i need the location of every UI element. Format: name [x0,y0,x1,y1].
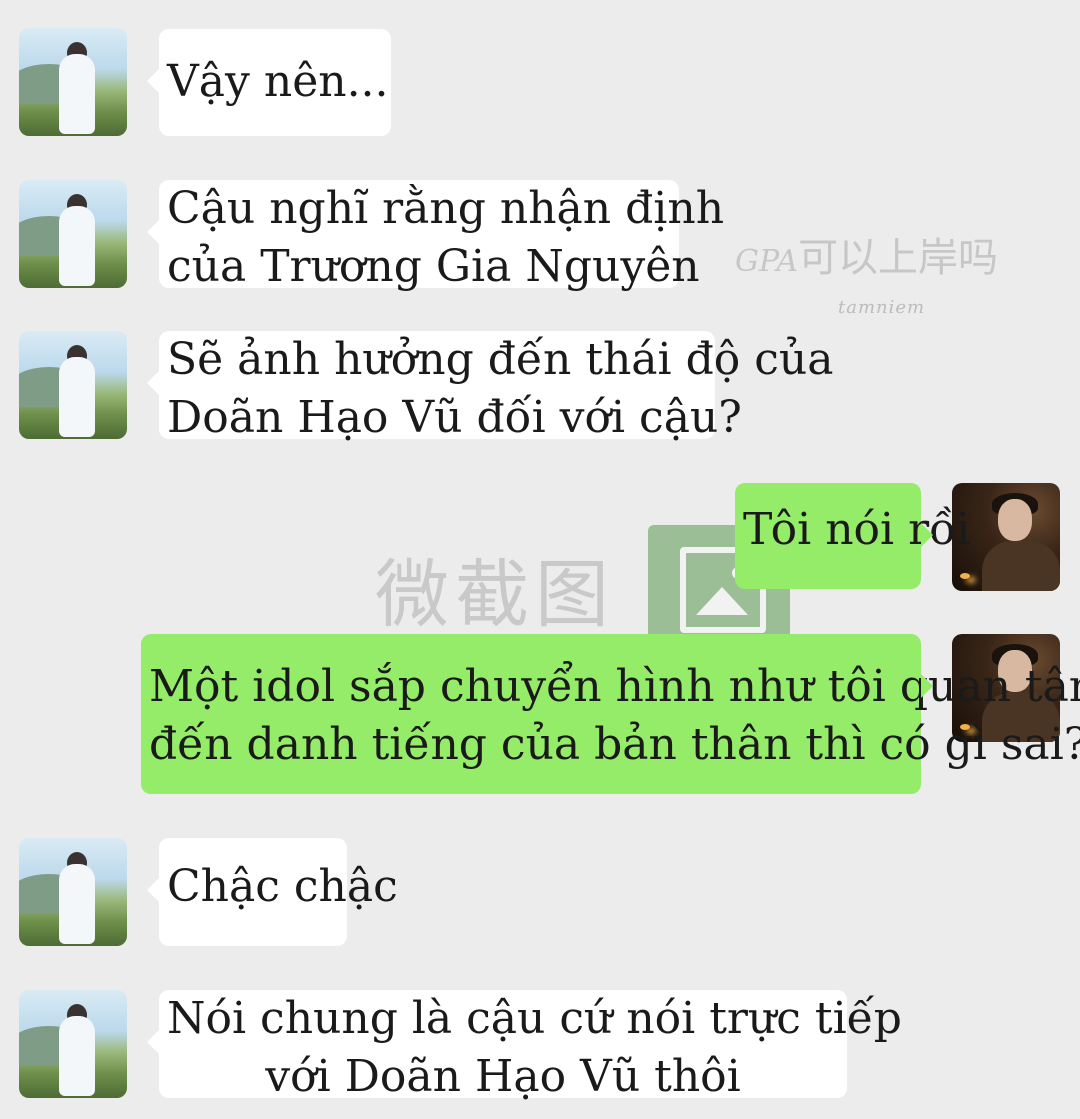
contact-avatar[interactable] [19,180,127,288]
message-text: của Trương Gia Nguyên [167,241,700,292]
message-bubble-incoming[interactable]: Nói chung là cậu cứ nói trực tiếp với Do… [147,990,902,1102]
message-bubble-outgoing[interactable]: Một idol sắp chuyển hình như tôi quan tâ… [141,634,1080,794]
contact-avatar[interactable] [19,838,127,946]
message-text: Nói chung là cậu cứ nói trực tiếp [167,993,902,1044]
message-text: Vậy nên... [167,56,389,107]
message-text: đến danh tiếng của bản thân thì có gì sa… [149,719,1080,770]
message-bubble-outgoing[interactable]: Tôi nói rồi [735,483,971,589]
message-text: Cậu nghĩ rằng nhận định [167,183,725,234]
message-bubble-incoming[interactable]: Chậc chậc [147,838,398,946]
message-text: Sẽ ảnh hưởng đến thái độ của [167,334,834,385]
message-text: Tôi nói rồi [743,504,971,555]
message-text: Chậc chậc [167,861,398,912]
message-text: với Doãn Hạo Vũ thôi [265,1051,741,1102]
message-text: Một idol sắp chuyển hình như tôi quan tâ… [149,661,1080,712]
watermark-gpa: GPA可以上岸吗 [735,235,999,281]
watermark-credit: tamniem [838,297,926,318]
message-bubble-incoming[interactable]: Vậy nên... [147,29,391,136]
message-bubble-incoming[interactable]: Sẽ ảnh hưởng đến thái độ của Doãn Hạo Vũ… [147,331,834,443]
contact-avatar[interactable] [19,331,127,439]
contact-avatar[interactable] [19,990,127,1098]
message-bubble-incoming[interactable]: Cậu nghĩ rằng nhận định của Trương Gia N… [147,180,725,292]
watermark-app-name: 微截图 [375,552,615,638]
contact-avatar[interactable] [19,28,127,136]
message-text: Doãn Hạo Vũ đối với cậu? [167,392,742,443]
